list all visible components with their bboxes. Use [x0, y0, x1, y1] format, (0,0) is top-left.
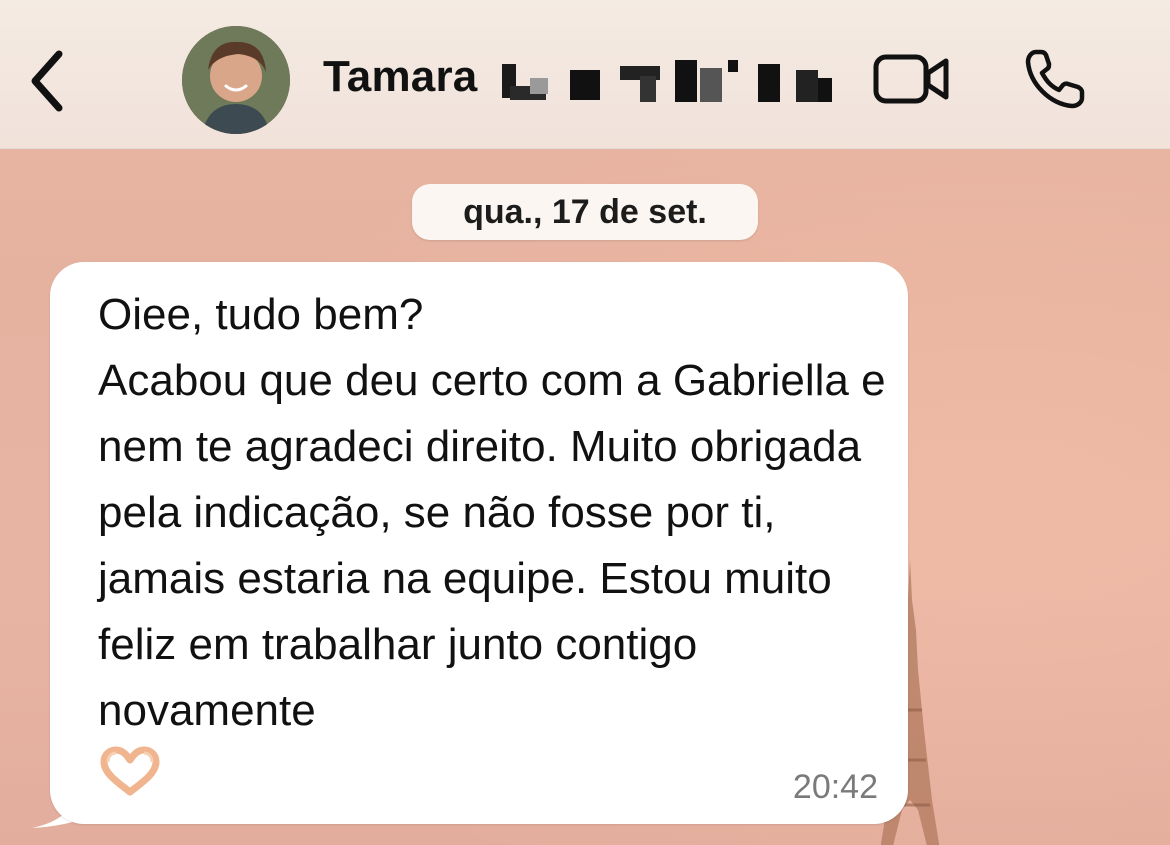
message-bubble[interactable]: Oiee, tudo bem? Acabou que deu certo com…	[50, 262, 908, 824]
message-text: Oiee, tudo bem? Acabou que deu certo com…	[98, 290, 886, 735]
heart-hands-emoji	[100, 746, 160, 796]
phone-icon	[1025, 49, 1085, 109]
date-separator: qua., 17 de set.	[412, 184, 758, 240]
voice-call-button[interactable]	[1018, 42, 1092, 116]
chat-header: Tamara	[0, 0, 1170, 149]
video-call-button[interactable]	[870, 44, 954, 114]
video-camera-icon	[873, 54, 949, 104]
contact-name[interactable]: Tamara	[323, 52, 477, 102]
chevron-left-icon	[31, 50, 63, 112]
message-timestamp: 20:42	[792, 768, 878, 806]
contact-avatar[interactable]	[182, 26, 290, 134]
back-button[interactable]	[22, 46, 72, 116]
avatar-photo	[182, 26, 290, 134]
chat-screen: Tamara qua., 17 de set. Oiee, tudo bem? …	[0, 0, 1170, 845]
message-bubble-incoming[interactable]: Oiee, tudo bem? Acabou que deu certo com…	[32, 262, 912, 828]
redacted-surname	[502, 60, 832, 102]
